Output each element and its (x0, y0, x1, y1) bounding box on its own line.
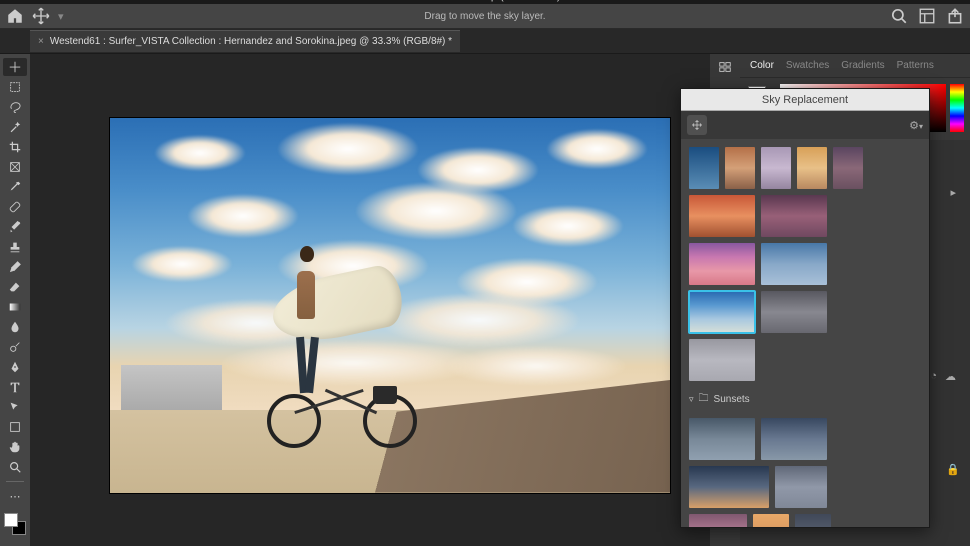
document-tab-label: Westend61 : Surfer_VISTA Collection : He… (50, 36, 452, 47)
tab-gradients[interactable]: Gradients (841, 60, 884, 71)
sky-panel-toolbar: ⚙▾ (681, 111, 929, 139)
history-icon[interactable]: ◔ (930, 370, 937, 383)
eraser-tool[interactable] (3, 278, 27, 296)
sky-move-tool-icon[interactable] (687, 115, 707, 135)
sky-preset[interactable] (795, 514, 831, 527)
sky-replacement-panel: Sky Replacement ⚙▾ ▿ 🗀 Sunsets (680, 88, 930, 528)
wand-tool[interactable] (3, 118, 27, 136)
sky-preset[interactable] (761, 195, 827, 237)
options-bar: ▾ Adobe Photoshop (Prerelease) Drag to m… (0, 4, 970, 29)
chevron-down-icon: ▿ (689, 394, 694, 405)
divider (6, 481, 24, 482)
workspace-icon[interactable] (918, 7, 936, 25)
sky-preset[interactable] (689, 195, 755, 237)
gear-icon[interactable]: ⚙▾ (909, 119, 923, 132)
sky-preset[interactable] (689, 243, 755, 285)
gradient-tool[interactable] (3, 298, 27, 316)
folder-sunsets[interactable]: ▿ 🗀 Sunsets (689, 391, 921, 408)
person (267, 234, 345, 440)
sky-preset[interactable] (833, 147, 863, 189)
sky-preset[interactable] (689, 514, 747, 527)
sky-replacement-title[interactable]: Sky Replacement (681, 89, 929, 111)
stamp-tool[interactable] (3, 238, 27, 256)
sky-preset[interactable] (689, 147, 719, 189)
sky-preset[interactable] (797, 147, 827, 189)
sky-preset[interactable] (753, 514, 789, 527)
folder-label: Sunsets (714, 394, 750, 405)
color-panel-tabs: Color Swatches Gradients Patterns (740, 54, 970, 78)
tab-color[interactable]: Color (750, 60, 774, 71)
lock-icon[interactable]: 🔒 (946, 463, 960, 476)
marquee-tool[interactable] (3, 78, 27, 96)
home-icon[interactable] (6, 7, 24, 25)
hand-tool[interactable] (3, 438, 27, 456)
options-hint: Drag to move the sky layer. (424, 11, 545, 22)
eyedropper-tool[interactable] (3, 178, 27, 196)
sky-preset[interactable] (689, 291, 755, 333)
app-title: Adobe Photoshop (Prerelease) (409, 0, 560, 2)
shape-tool[interactable] (3, 418, 27, 436)
heal-tool[interactable] (3, 198, 27, 216)
sky-preset[interactable] (689, 418, 755, 460)
chevron-right-icon[interactable]: ▸ (950, 186, 956, 199)
document-tabs: × Westend61 : Surfer_VISTA Collection : … (0, 29, 970, 54)
share-icon[interactable] (946, 7, 964, 25)
canvas-area[interactable] (30, 54, 710, 546)
hue-slider[interactable] (950, 84, 964, 132)
type-tool[interactable] (3, 378, 27, 396)
path-tool[interactable] (3, 398, 27, 416)
dodge-tool[interactable] (3, 338, 27, 356)
sky-preset[interactable] (761, 147, 791, 189)
sky-preset[interactable] (689, 339, 755, 381)
history-brush-tool[interactable] (3, 258, 27, 276)
move-tool[interactable] (3, 58, 27, 76)
tab-swatches[interactable]: Swatches (786, 60, 829, 71)
panel-group-icon[interactable] (713, 58, 737, 76)
close-tab-icon[interactable]: × (38, 36, 44, 47)
sky-preset[interactable] (761, 243, 827, 285)
sky-preset[interactable] (761, 291, 827, 333)
document-canvas[interactable] (110, 118, 670, 493)
frame-tool[interactable] (3, 158, 27, 176)
move-tool-icon[interactable] (32, 7, 50, 25)
sky-presets-list[interactable]: ▿ 🗀 Sunsets (681, 139, 929, 527)
building (121, 365, 222, 410)
cloud-icon[interactable]: ☁ (945, 370, 956, 383)
fg-bg-swatch[interactable] (4, 513, 26, 535)
sky-preset[interactable] (725, 147, 755, 189)
edit-toolbar-icon[interactable]: ⋯ (3, 487, 27, 505)
zoom-tool[interactable] (3, 458, 27, 476)
blur-tool[interactable] (3, 318, 27, 336)
sky-preset[interactable] (689, 466, 769, 508)
document-tab[interactable]: × Westend61 : Surfer_VISTA Collection : … (30, 30, 460, 52)
crop-tool[interactable] (3, 138, 27, 156)
search-icon[interactable] (890, 7, 908, 25)
tab-patterns[interactable]: Patterns (897, 60, 934, 71)
pen-tool[interactable] (3, 358, 27, 376)
folder-icon: 🗀 (699, 391, 709, 408)
brush-tool[interactable] (3, 218, 27, 236)
sky-preset[interactable] (775, 466, 827, 508)
lasso-tool[interactable] (3, 98, 27, 116)
sky-preset[interactable] (761, 418, 827, 460)
toolbox: ⋯ (0, 54, 30, 546)
